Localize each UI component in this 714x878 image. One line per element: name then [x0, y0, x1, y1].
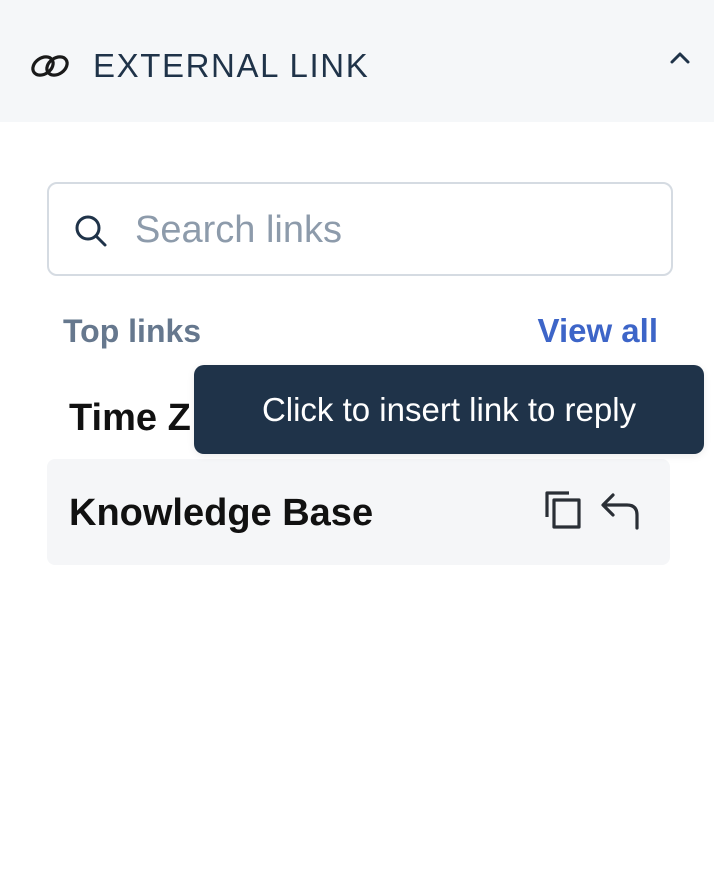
search-icon: [75, 215, 107, 247]
link-icon: [31, 55, 69, 77]
external-link-panel: EXTERNAL LINK Top links View all Time Z …: [0, 0, 714, 878]
insert-link-tooltip: Click to insert link to reply: [194, 365, 704, 454]
link-item-label: Time Z: [69, 397, 191, 439]
search-input[interactable]: [135, 202, 635, 258]
panel-header[interactable]: EXTERNAL LINK: [0, 0, 714, 122]
top-links-label: Top links: [63, 313, 202, 349]
reply-icon[interactable]: [599, 489, 643, 531]
search-box[interactable]: [47, 182, 673, 276]
link-item[interactable]: Knowledge Base: [47, 459, 670, 565]
copy-icon[interactable]: [541, 487, 585, 531]
panel-title: EXTERNAL LINK: [93, 47, 370, 84]
link-item-label: Knowledge Base: [69, 492, 374, 534]
chevron-up-icon[interactable]: [662, 42, 698, 74]
view-all-link[interactable]: View all: [538, 311, 658, 351]
